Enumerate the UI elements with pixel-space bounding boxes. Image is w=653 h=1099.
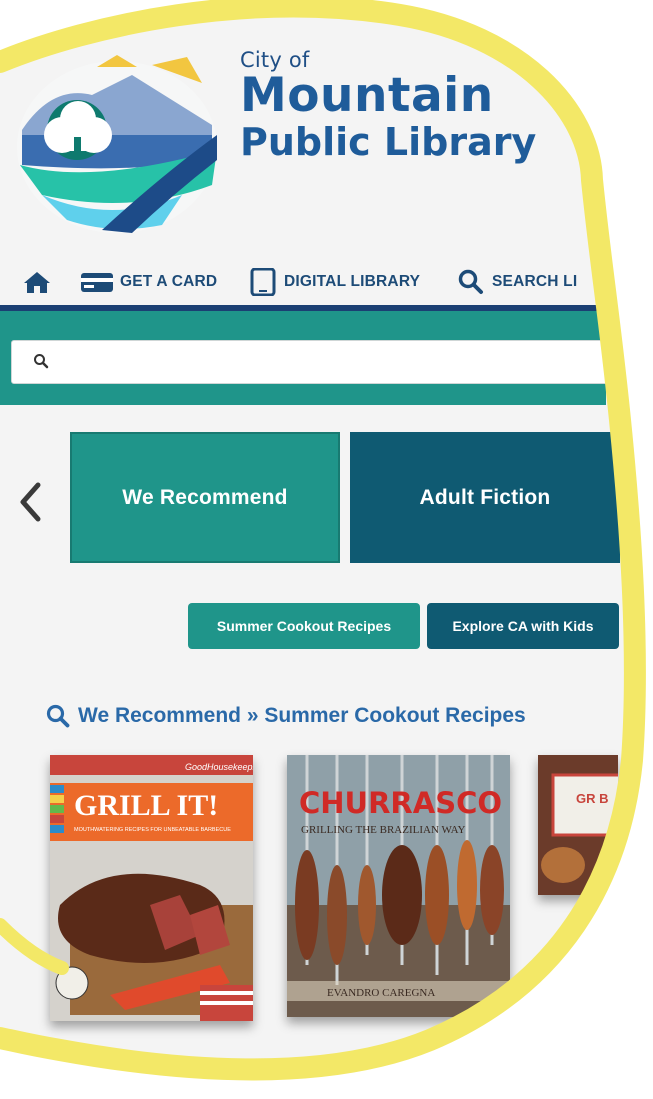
- tile-adult-fiction[interactable]: Adult Fiction: [350, 432, 620, 563]
- section-title-text: We Recommend » Summer Cookout Recipes: [78, 704, 526, 727]
- nav-digital-library[interactable]: DIGITAL LIBRARY: [250, 268, 420, 296]
- book-1-brand: GoodHousekeeping: [185, 762, 253, 772]
- book-cover-art: GoodHousekeeping GRILL IT! MOUTHWATERING…: [50, 755, 253, 1021]
- book-cover-grill-it[interactable]: GoodHousekeeping GRILL IT! MOUTHWATERING…: [50, 755, 253, 1021]
- chevron-left-icon: [20, 482, 41, 522]
- nav-search-library[interactable]: SEARCH LI: [458, 268, 577, 296]
- book-cover-partial[interactable]: GR B: [538, 755, 618, 895]
- book-cover-art: CHURRASCO GRILLING THE BRAZILIAN WAY EVA…: [287, 755, 510, 1017]
- tile-we-recommend[interactable]: We Recommend: [70, 432, 340, 563]
- library-name[interactable]: City of Mountain Public Library: [240, 48, 536, 164]
- book-1-subtitle: MOUTHWATERING RECIPES FOR UNBEATABLE BAR…: [74, 827, 231, 833]
- tile-adult-fiction-label: Adult Fiction: [419, 485, 551, 509]
- nav-search-library-label: SEARCH LI: [492, 273, 578, 290]
- chip-explore-ca-with-kids[interactable]: Explore CA with Kids: [427, 603, 619, 649]
- section-title: We Recommend » Summer Cookout Recipes: [46, 700, 526, 732]
- book-3-title: GR B: [576, 791, 609, 806]
- nav-get-a-card[interactable]: GET A CARD: [80, 268, 217, 296]
- nav-digital-library-label: DIGITAL LIBRARY: [284, 273, 421, 290]
- tile-we-recommend-label: We Recommend: [122, 485, 288, 509]
- card-icon: [81, 273, 113, 292]
- logo-line-mountain: Mountain: [240, 68, 494, 123]
- book-2-author: EVANDRO CAREGNA: [327, 987, 435, 999]
- nav-get-a-card-label: GET A CARD: [120, 273, 218, 290]
- book-cover-art: GR B: [538, 755, 618, 895]
- library-logo-icon[interactable]: [12, 55, 222, 235]
- book-1-title: GRILL IT!: [74, 789, 218, 822]
- carousel-prev-button[interactable]: [10, 477, 50, 527]
- catalog-search-input[interactable]: [11, 340, 613, 384]
- tablet-icon: [250, 268, 276, 296]
- top-nav: GET A CARD DIGITAL LIBRARY SEARCH LI: [0, 258, 600, 306]
- search-icon: [458, 269, 483, 294]
- chip-explore-ca-with-kids-label: Explore CA with Kids: [452, 618, 594, 634]
- logo-line-library: Public Library: [240, 120, 537, 164]
- search-input-icon: [34, 354, 49, 369]
- chip-summer-cookout-recipes[interactable]: Summer Cookout Recipes: [188, 603, 420, 649]
- book-cover-churrasco[interactable]: CHURRASCO GRILLING THE BRAZILIAN WAY EVA…: [287, 755, 510, 1017]
- chip-next-partial[interactable]: [626, 603, 653, 649]
- nav-home[interactable]: [22, 268, 52, 296]
- search-icon: [46, 704, 70, 728]
- book-2-subtitle: GRILLING THE BRAZILIAN WAY: [301, 824, 466, 836]
- page: City of Mountain Public Library GET A CA…: [0, 0, 653, 1099]
- book-2-title: CHURRASCO: [299, 786, 502, 820]
- chip-summer-cookout-recipes-label: Summer Cookout Recipes: [216, 618, 392, 634]
- home-icon: [24, 272, 50, 293]
